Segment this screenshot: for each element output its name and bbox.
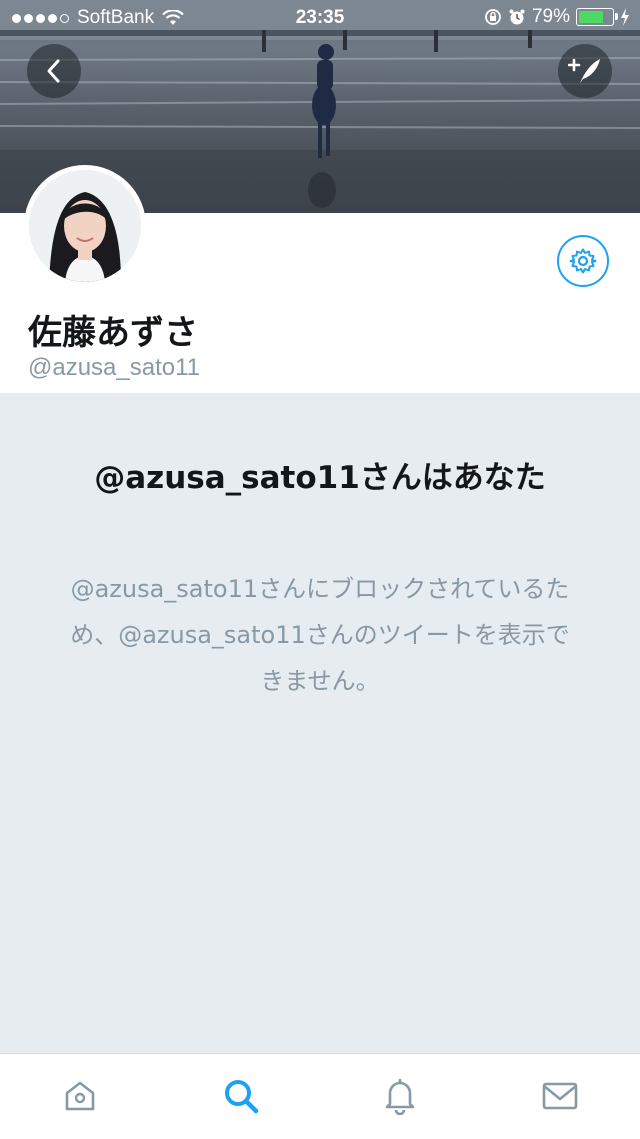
battery-percent: 79% [531,6,570,27]
search-icon [225,1080,259,1114]
charging-bolt-icon [621,8,629,26]
profile-handle: @azusa_sato11 [28,354,201,381]
gear-icon [569,248,597,274]
battery-icon [576,8,618,26]
compose-tweet-button[interactable] [558,44,612,98]
alarm-icon [509,9,525,25]
blocked-title: @azusa_sato11さんはあなた [94,460,546,496]
envelope-icon [542,1082,578,1110]
settings-button[interactable] [557,235,609,287]
tab-bar [0,1053,640,1139]
profile-display-name: 佐藤あずさ [28,313,198,353]
battery-level [579,11,603,23]
avatar[interactable] [24,165,146,287]
tab-notifications[interactable] [378,1074,422,1118]
back-button[interactable] [27,44,81,98]
tab-home[interactable] [58,1074,102,1118]
bell-icon [385,1078,415,1115]
blocked-message: @azusa_sato11さんにブロックされているため、@azusa_sato1… [70,575,570,695]
tab-messages[interactable] [538,1074,582,1118]
tab-search[interactable] [219,1074,263,1118]
avatar-photo [29,170,141,282]
home-icon [65,1081,95,1111]
orientation-lock-icon [485,9,501,25]
compose-tweet-icon [568,58,600,83]
chevron-left-icon [47,59,60,83]
status-bar: SoftBank 23:35 79% [0,0,640,36]
